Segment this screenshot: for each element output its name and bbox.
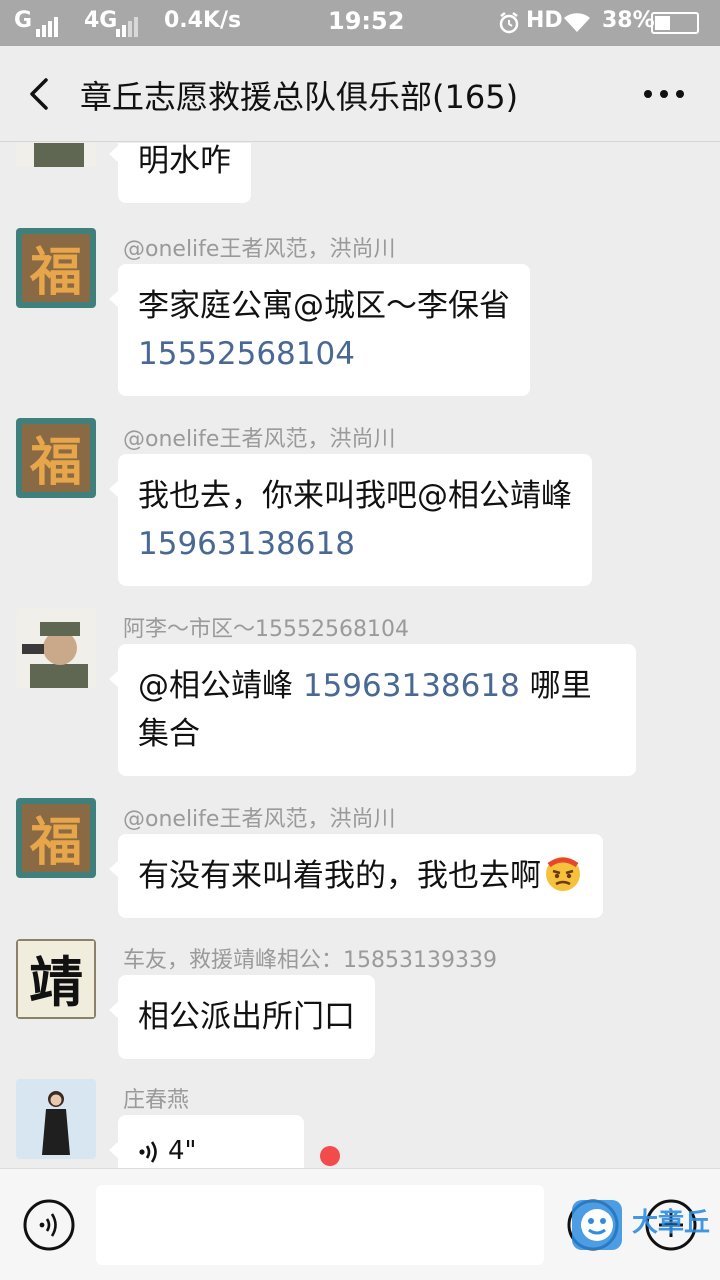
voice-duration: 4"	[168, 1136, 197, 1166]
sender-name: 庄春燕	[123, 1088, 190, 1113]
message-list[interactable]: 明水咋 福 @onelife王者风范，洪尚川 李家庭公寓@城区～李保省 1555…	[0, 143, 720, 1168]
svg-text:靖: 靖	[29, 950, 83, 1014]
hd-label: HD	[526, 8, 563, 33]
phone-link[interactable]: 15963138618	[138, 520, 572, 568]
message-bubble[interactable]: 明水咋	[109, 143, 251, 203]
woman-photo-avatar[interactable]	[16, 1079, 96, 1159]
fu-calligraphy-avatar[interactable]: 福	[16, 418, 96, 498]
watermark-text: 大章丘	[632, 1208, 711, 1238]
message-bubble[interactable]: 有没有来叫着我的，我也去啊	[109, 834, 603, 918]
sender-name: 车友，救援靖峰相公：15853139339	[123, 948, 497, 973]
phone-link[interactable]: 15963138618	[303, 668, 520, 704]
svg-text:福: 福	[29, 432, 82, 493]
message-text: 有没有来叫着我的，我也去啊	[138, 858, 541, 894]
message-bubble[interactable]: @相公靖峰 15963138618 哪里 集合	[109, 644, 636, 776]
message-text-tail: 哪里	[519, 668, 592, 704]
message-text: @相公靖峰	[138, 668, 303, 704]
network-speed: 0.4K/s	[164, 8, 242, 33]
carrier-label: G	[14, 8, 33, 33]
unread-dot	[320, 1146, 340, 1166]
soldier-avatar[interactable]	[16, 143, 96, 167]
message-text-line2: 集合	[138, 716, 200, 752]
chat-header: 章丘志愿救援总队俱乐部(165)	[0, 46, 720, 142]
wifi-icon	[564, 13, 590, 33]
message-text: 李家庭公寓@城区～李保省	[138, 288, 510, 324]
fu-calligraphy-avatar[interactable]: 福	[16, 228, 96, 308]
message-bubble[interactable]: 相公派出所门口	[109, 975, 375, 1059]
status-bar: G 4G 0.4K/s 19:52 HD 38%	[0, 0, 720, 46]
message-bubble[interactable]: 李家庭公寓@城区～李保省 15552568104	[109, 264, 530, 396]
voice-message-bubble[interactable]: 4"	[109, 1115, 304, 1168]
svg-text:福: 福	[29, 812, 82, 873]
message-text: 我也去，你来叫我吧@相公靖峰	[138, 478, 572, 514]
clock: 19:52	[328, 7, 405, 35]
svg-text:福: 福	[29, 242, 82, 303]
message-bubble[interactable]: 我也去，你来叫我吧@相公靖峰 15963138618	[109, 454, 592, 586]
message-text: 明水咋	[138, 143, 231, 179]
signal-icon	[34, 12, 58, 37]
battery-icon	[651, 12, 699, 34]
more-dots-icon[interactable]	[640, 74, 688, 114]
sender-name: @onelife王者风范，洪尚川	[123, 237, 396, 262]
sender-name: 阿李～市区～15552568104	[123, 617, 409, 642]
alarm-icon	[499, 12, 519, 34]
angry-face-icon	[546, 857, 580, 891]
phone-link[interactable]: 15552568104	[138, 330, 510, 378]
jing-character-avatar[interactable]: 靖	[16, 939, 96, 1019]
fu-calligraphy-avatar[interactable]: 福	[16, 798, 96, 878]
chat-title: 章丘志愿救援总队俱乐部(165)	[80, 78, 519, 116]
network-label: 4G	[84, 8, 118, 33]
sender-name: @onelife王者风范，洪尚川	[123, 427, 396, 452]
message-text: 相公派出所门口	[138, 999, 355, 1035]
sender-name: @onelife王者风范，洪尚川	[123, 807, 396, 832]
battery-percent: 38%	[602, 8, 655, 33]
message-input[interactable]	[96, 1185, 544, 1265]
soldier-avatar[interactable]	[16, 608, 96, 688]
voice-input-icon[interactable]	[22, 1198, 76, 1252]
signal-icon-2	[114, 12, 138, 37]
back-arrow-icon[interactable]	[20, 74, 60, 114]
voice-wave-icon	[139, 1140, 157, 1163]
